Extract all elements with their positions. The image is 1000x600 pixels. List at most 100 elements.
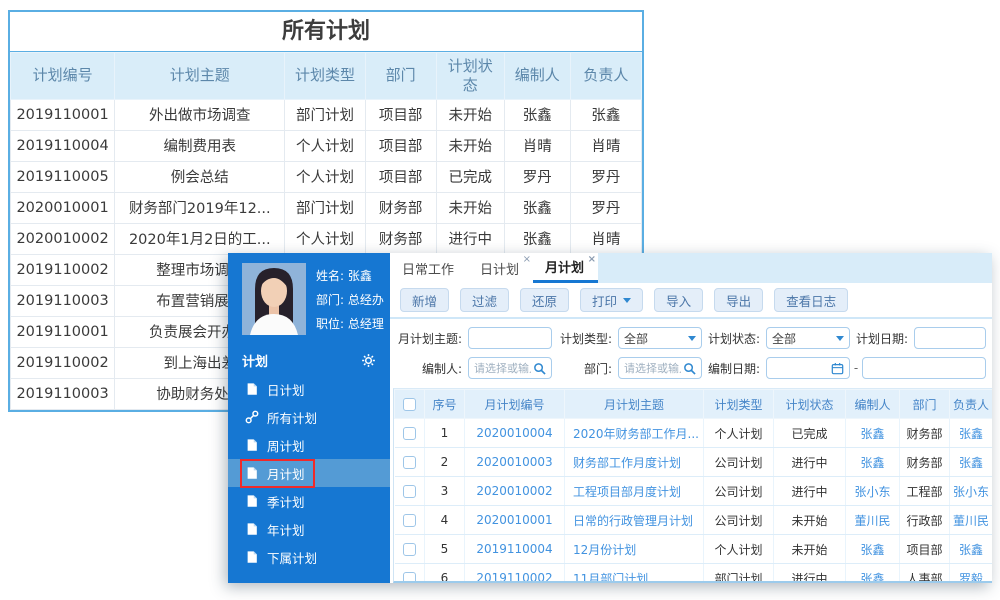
filter-plan-date-label: 计划日期: <box>855 331 908 346</box>
filter-creator-label: 编制人: <box>421 361 462 376</box>
plan-date-input-field[interactable] <box>920 331 980 345</box>
type-cell: 公司计划 <box>703 447 774 477</box>
owner-cell[interactable]: 董川民 <box>949 505 992 535</box>
owner-cell[interactable]: 张鑫 <box>949 418 992 448</box>
column-header: 序号 <box>424 389 465 419</box>
row-checkbox[interactable] <box>402 455 416 469</box>
column-header: 负责人 <box>949 389 992 419</box>
row-checkbox[interactable] <box>402 484 416 498</box>
subject-cell[interactable]: 2020年财务部工作月... <box>564 418 704 448</box>
close-icon[interactable]: × <box>588 255 596 265</box>
checkbox-cell <box>394 534 425 564</box>
calendar-icon[interactable] <box>831 362 844 375</box>
creator-cell[interactable]: 张鑫 <box>845 447 900 477</box>
bg-column-header: 计划状态 <box>435 52 505 100</box>
button-label: 导出 <box>726 293 752 309</box>
sidebar-item-日计划[interactable]: 日计划 <box>228 375 390 403</box>
table-cell: 罗丹 <box>503 160 571 193</box>
tab-日计划[interactable]: 日计划 × <box>468 253 534 283</box>
type-select[interactable]: 全部 <box>618 327 702 349</box>
toolbar-button-打印[interactable]: 打印 <box>580 288 644 312</box>
select-all-checkbox[interactable] <box>403 397 416 411</box>
creator-cell[interactable]: 张鑫 <box>845 563 900 581</box>
creator-cell[interactable]: 董川民 <box>845 505 900 535</box>
subject-cell[interactable]: 日常的行政管理月计划 <box>564 505 704 535</box>
tab-月计划[interactable]: 月计划 × <box>533 253 599 283</box>
column-header: 部门 <box>899 389 950 419</box>
toolbar-button-导出[interactable]: 导出 <box>714 288 764 312</box>
close-icon[interactable]: × <box>523 255 531 265</box>
plan_no-cell[interactable]: 2019110004 <box>464 534 565 564</box>
no-cell: 6 <box>424 563 465 581</box>
dept-cell: 人事部 <box>899 563 950 581</box>
status-select-value: 全部 <box>772 331 797 346</box>
avatar <box>242 263 306 335</box>
main-panel: 日常工作 日计划 × 月计划 × 新增 过滤 还原 打印 导入 导出 查看日志 月计划主题: 计划类… <box>390 253 992 583</box>
filter-create-date-label: 编制日期: <box>707 361 760 376</box>
checkbox-cell <box>394 476 425 506</box>
user-profile: 姓名: 张鑫 部门: 总经办 职位: 总经理 <box>228 253 390 344</box>
sidebar-item-季计划[interactable]: 季计划 <box>228 487 390 515</box>
sidebar-item-周计划[interactable]: 周计划 <box>228 431 390 459</box>
creator-cell[interactable]: 张鑫 <box>845 418 900 448</box>
search-icon[interactable] <box>683 362 696 375</box>
toolbar-button-过滤[interactable]: 过滤 <box>460 288 510 312</box>
toolbar-button-新增[interactable]: 新增 <box>400 288 450 312</box>
tab-日常工作[interactable]: 日常工作 <box>390 253 469 283</box>
owner-cell[interactable]: 张鑫 <box>949 447 992 477</box>
subject-cell[interactable]: 财务部工作月度计划 <box>564 447 704 477</box>
checkbox-cell <box>394 447 425 477</box>
plan_no-cell[interactable]: 2020010004 <box>464 418 565 448</box>
row-checkbox[interactable] <box>402 542 416 556</box>
gear-icon[interactable] <box>361 353 376 368</box>
plan_no-cell[interactable]: 2020010001 <box>464 505 565 535</box>
create-date-from-input[interactable] <box>766 357 850 379</box>
filter-status-label: 计划状态: <box>707 331 760 346</box>
plan_no-cell[interactable]: 2020010003 <box>464 447 565 477</box>
subject-input[interactable] <box>468 327 552 349</box>
row-checkbox[interactable] <box>402 571 416 581</box>
dept-input-field[interactable] <box>624 361 681 375</box>
creator-cell[interactable]: 张小东 <box>845 476 900 506</box>
search-icon[interactable] <box>533 362 546 375</box>
sidebar-item-年计划[interactable]: 年计划 <box>228 515 390 543</box>
no-cell: 4 <box>424 505 465 535</box>
sidebar-item-所有计划[interactable]: 所有计划 <box>228 403 390 431</box>
sidebar-item-月计划[interactable]: 月计划 <box>228 458 390 488</box>
toolbar-button-还原[interactable]: 还原 <box>520 288 570 312</box>
toolbar-button-查看日志[interactable]: 查看日志 <box>774 288 849 312</box>
table-cell: 2019110002 <box>9 346 116 379</box>
creator-cell[interactable]: 张鑫 <box>845 534 900 564</box>
type-cell: 部门计划 <box>703 563 774 581</box>
owner-cell[interactable]: 张小东 <box>949 476 992 506</box>
profile-department: 部门: 总经办 <box>316 293 384 307</box>
column-header: 计划类型 <box>703 389 774 419</box>
create-date-to-field[interactable] <box>868 361 980 375</box>
link-icon <box>245 410 259 424</box>
create-date-to-input[interactable] <box>862 357 986 379</box>
status-select[interactable]: 全部 <box>766 327 850 349</box>
subject-cell[interactable]: 12月份计划 <box>564 534 704 564</box>
creator-input[interactable] <box>468 357 552 379</box>
sidebar-item-content: 周计划 <box>240 431 315 460</box>
creator-input-field[interactable] <box>474 361 531 375</box>
subject-cell[interactable]: 11月部门计划 <box>564 563 704 581</box>
plan-app-window: 姓名: 张鑫 部门: 总经办 职位: 总经理 计划 日计划 所有计划 周计划 月计划季 <box>228 253 992 583</box>
table-cell: 未开始 <box>435 98 505 131</box>
plan_no-cell[interactable]: 2020010002 <box>464 476 565 506</box>
plan_no-cell[interactable]: 2019110002 <box>464 563 565 581</box>
dept-input[interactable] <box>618 357 702 379</box>
toolbar-button-导入[interactable]: 导入 <box>654 288 704 312</box>
owner-cell[interactable]: 张鑫 <box>949 534 992 564</box>
table-cell: 罗丹 <box>569 191 643 224</box>
row-checkbox[interactable] <box>402 426 416 440</box>
sidebar-item-下属计划[interactable]: 下属计划 <box>228 543 390 571</box>
table-row: 2019110005 例会总结 个人计划 项目部 已完成 罗丹 罗丹 <box>9 160 643 193</box>
owner-cell[interactable]: 罗毅 <box>949 563 992 581</box>
row-checkbox[interactable] <box>402 513 416 527</box>
create-date-from-field[interactable] <box>772 361 829 375</box>
table-cell: 项目部 <box>364 129 437 162</box>
plan-date-input[interactable] <box>914 327 986 349</box>
subject-cell[interactable]: 工程项目部月度计划 <box>564 476 704 506</box>
subject-input-field[interactable] <box>474 331 546 345</box>
